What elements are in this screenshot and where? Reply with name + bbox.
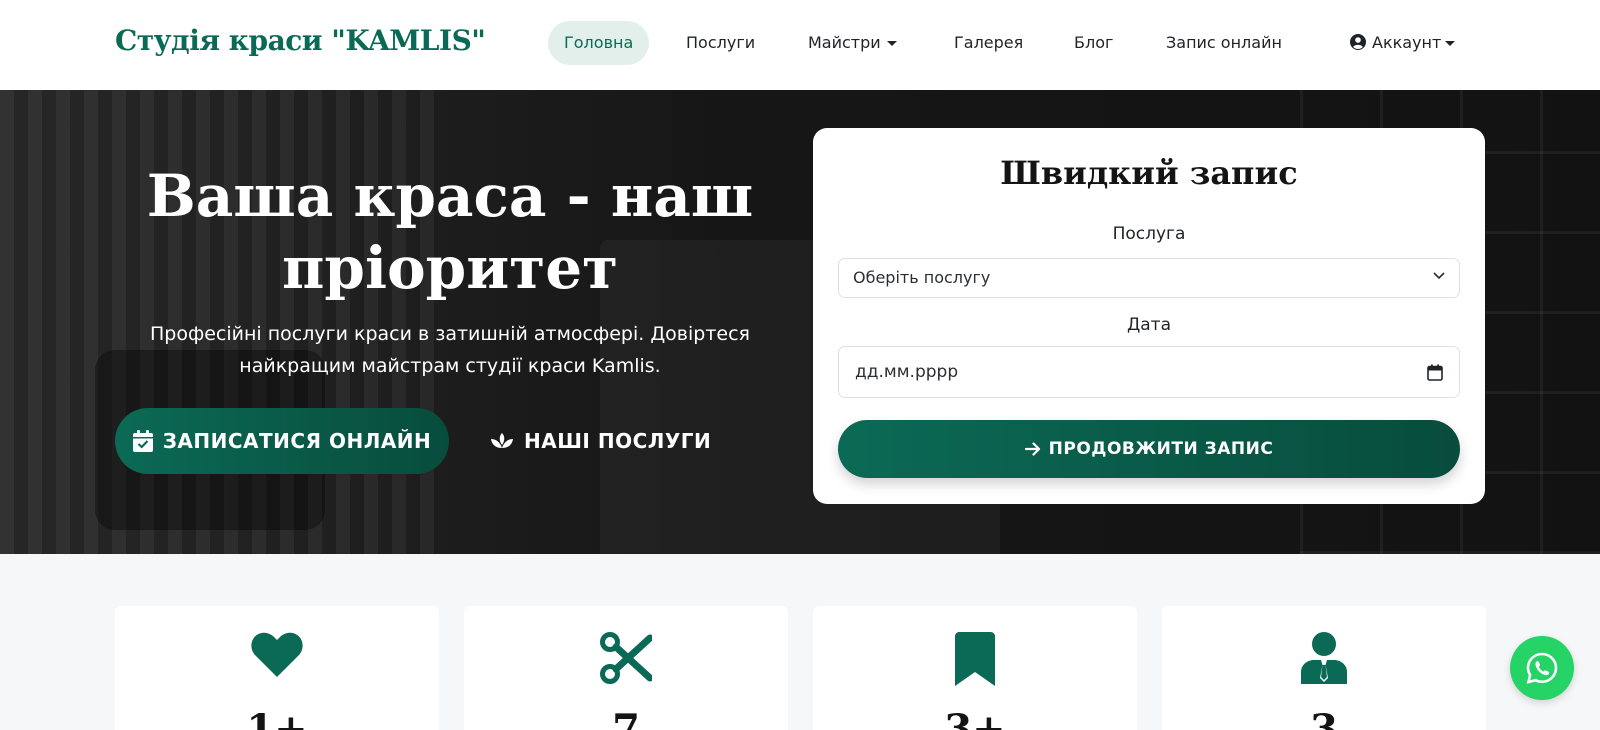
book-online-button[interactable]: ЗАПИСАТИСЯ ОНЛАЙН — [115, 408, 449, 474]
our-services-label: НАШІ ПОСЛУГИ — [524, 429, 712, 453]
date-label: Дата — [1126, 315, 1172, 335]
quick-booking-title: Швидкий запис — [1000, 154, 1298, 192]
service-select[interactable]: Оберіть послугу — [838, 258, 1460, 298]
continue-booking-label: ПРОДОВЖИТИ ЗАПИС — [1048, 439, 1274, 459]
stat-value: 7 — [612, 706, 640, 730]
scissors-icon — [600, 632, 654, 684]
hero-section: Ваша краса - наш пріоритет Професійні по… — [0, 90, 1600, 554]
heart-icon — [251, 632, 303, 677]
date-input[interactable]: дд.мм.рррр — [838, 346, 1460, 398]
bookmark-icon — [955, 632, 995, 686]
stat-card: 7 — [464, 606, 788, 730]
whatsapp-icon — [1526, 652, 1558, 684]
service-select-value: Оберіть послугу — [853, 268, 991, 287]
calendar-icon[interactable] — [1427, 364, 1443, 381]
user-circle-icon — [1350, 34, 1366, 50]
stat-value: 1+ — [246, 706, 308, 730]
nav-item-gallery[interactable]: Галерея — [938, 21, 1039, 65]
stat-value: 3 — [1310, 706, 1338, 730]
continue-booking-button[interactable]: ПРОДОВЖИТИ ЗАПИС — [838, 420, 1460, 478]
caret-down-icon — [1445, 41, 1456, 46]
nav-item-services[interactable]: Послуги — [670, 21, 771, 65]
stat-card: 1+ — [115, 606, 439, 730]
nav-item-label: Майстри — [808, 33, 881, 52]
book-online-label: ЗАПИСАТИСЯ ОНЛАЙН — [162, 429, 432, 453]
nav-item-online-booking[interactable]: Запис онлайн — [1150, 21, 1298, 65]
navbar: Студія краси "KAMLIS" Головна Послуги Ма… — [0, 0, 1600, 90]
service-label: Послуга — [1112, 224, 1186, 244]
date-placeholder: дд.мм.рррр — [855, 362, 959, 382]
account-label: Аккаунт — [1372, 33, 1442, 52]
calendar-check-icon — [132, 430, 153, 452]
chevron-down-icon — [1433, 272, 1445, 280]
nav-item-home[interactable]: Головна — [548, 21, 650, 65]
quick-booking-card: Швидкий запис Послуга Оберіть послугу Да… — [813, 128, 1485, 504]
stat-value: 3+ — [944, 706, 1006, 730]
stat-card: 3 — [1162, 606, 1486, 730]
arrow-right-icon — [1024, 442, 1040, 456]
our-services-button[interactable]: НАШІ ПОСЛУГИ — [490, 408, 711, 474]
hero-title: Ваша краса - наш пріоритет — [146, 162, 754, 302]
lotus-icon — [491, 433, 513, 448]
nav-item-blog[interactable]: Блог — [1058, 21, 1129, 65]
nav-item-label: Блог — [1074, 33, 1114, 52]
nav-item-label: Послуги — [686, 33, 756, 52]
nav-item-label: Запис онлайн — [1166, 33, 1282, 52]
caret-down-icon — [886, 41, 897, 46]
nav-item-label: Галерея — [954, 33, 1024, 52]
hero-subtitle: Професійні послуги краси в затишній атмо… — [150, 323, 750, 377]
nav-item-masters[interactable]: Майстри — [792, 21, 913, 65]
nav-item-label: Головна — [564, 33, 634, 52]
stat-card: 3+ — [813, 606, 1137, 730]
account-dropdown[interactable]: Аккаунт — [1334, 21, 1471, 65]
user-tie-icon — [1301, 632, 1347, 684]
whatsapp-button[interactable] — [1510, 636, 1574, 700]
brand-logo[interactable]: Студія краси "KAMLIS" — [115, 24, 486, 57]
